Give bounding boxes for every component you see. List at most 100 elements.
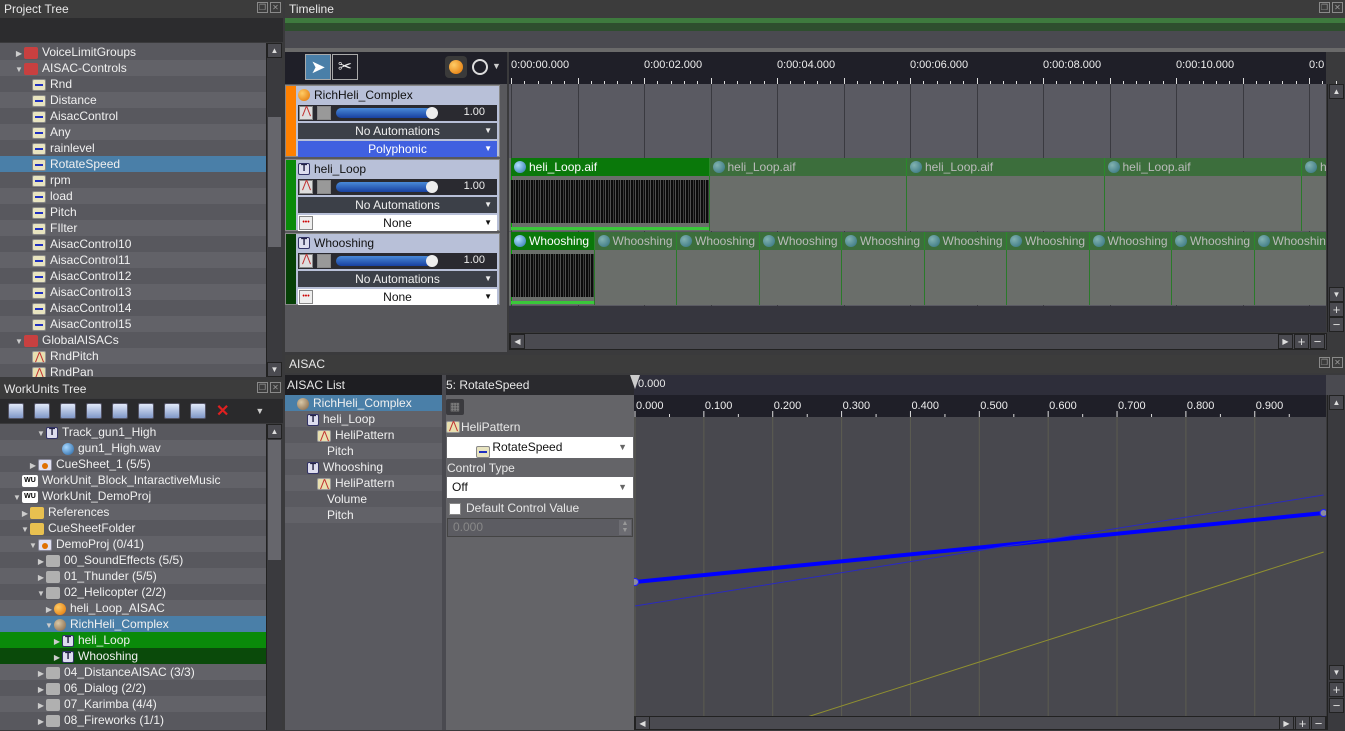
- tree-item[interactable]: AisacControl11: [0, 252, 266, 268]
- aisac-hscroll[interactable]: ◀ ▶ + −: [634, 716, 1327, 730]
- audio-clip[interactable]: Whooshing: [923, 232, 1006, 250]
- tree-item[interactable]: ▼ WU WorkUnit_DemoProj: [0, 488, 266, 504]
- clip-body[interactable]: [1103, 176, 1302, 231]
- tree-item[interactable]: Volume: [285, 491, 442, 507]
- mixer-icon[interactable]: [317, 106, 331, 120]
- float-icon[interactable]: ❐: [1319, 357, 1330, 368]
- tree-item[interactable]: ▶ References: [0, 504, 266, 520]
- close-icon[interactable]: ✕: [270, 382, 281, 393]
- audio-clip[interactable]: heli_Loop.aif: [906, 158, 1104, 176]
- tree-item[interactable]: ▶ T Whooshing: [0, 648, 266, 664]
- scroll-thumb[interactable]: [268, 440, 281, 560]
- float-icon[interactable]: ❐: [257, 2, 268, 13]
- scroll-down-button[interactable]: ▼: [267, 362, 282, 377]
- mixer-icon[interactable]: [317, 180, 331, 194]
- clip-body[interactable]: [841, 250, 924, 305]
- aisac-graph-icon[interactable]: [299, 252, 313, 268]
- grid-view-icon[interactable]: ▦: [446, 399, 464, 415]
- scroll-down-button[interactable]: ▼: [1329, 665, 1344, 680]
- tree-item[interactable]: Pitch: [0, 204, 266, 220]
- volume-slider[interactable]: 1.00: [298, 178, 497, 195]
- close-icon[interactable]: ✕: [270, 2, 281, 13]
- track-control-cue[interactable]: RichHeli_Complex 1.00 No Automations ▼ Po…: [285, 85, 500, 157]
- tree-item[interactable]: Any: [0, 124, 266, 140]
- scroll-thumb[interactable]: [268, 117, 281, 247]
- automation-select[interactable]: No Automations ▼: [298, 197, 497, 213]
- clip-body[interactable]: [1301, 176, 1326, 231]
- tree-item[interactable]: AisacControl14: [0, 300, 266, 316]
- clip-body[interactable]: [708, 176, 907, 231]
- float-icon[interactable]: ❐: [257, 382, 268, 393]
- clip-body[interactable]: [1253, 250, 1327, 305]
- tree-item[interactable]: HeliPattern: [285, 427, 442, 444]
- tree-item[interactable]: ▼ DemoProj (0/41): [0, 536, 266, 552]
- tree-item[interactable]: ▶ 06_Dialog (2/2): [0, 680, 266, 696]
- tree-item[interactable]: ▼ T Track_gun1_High: [0, 424, 266, 440]
- zoom-out-button[interactable]: −: [1310, 334, 1325, 349]
- scroll-right-button[interactable]: ▶: [1279, 716, 1294, 730]
- record-button[interactable]: [445, 56, 467, 78]
- clip-body[interactable]: [758, 250, 842, 305]
- float-icon[interactable]: ❐: [1319, 2, 1330, 13]
- tree-item[interactable]: AisacControl12: [0, 268, 266, 284]
- zoom-out-button[interactable]: −: [1311, 716, 1326, 730]
- more-dropdown-icon[interactable]: ▼: [255, 406, 264, 416]
- volume-slider[interactable]: 1.00: [298, 104, 497, 121]
- tree-item[interactable]: ▶ 01_Thunder (5/5): [0, 568, 266, 584]
- new-track-3-icon[interactable]: [60, 403, 76, 419]
- spinner-icon[interactable]: ▲ ▼: [619, 520, 631, 535]
- close-icon[interactable]: ✕: [1332, 357, 1343, 368]
- tree-item[interactable]: ▼ GlobalAISACs: [0, 332, 266, 348]
- audio-clip[interactable]: Whooshing: [1088, 232, 1171, 250]
- cut-tool-button[interactable]: ✂: [332, 54, 358, 80]
- tree-item[interactable]: rainlevel: [0, 140, 266, 156]
- clip-body[interactable]: [1088, 250, 1172, 305]
- audio-clip[interactable]: heli_Loop.aif: [511, 158, 709, 176]
- tree-item[interactable]: Rnd: [0, 76, 266, 92]
- new-track-2-icon[interactable]: [34, 403, 50, 419]
- scroll-left-button[interactable]: ◀: [510, 334, 525, 349]
- clip-body[interactable]: [906, 176, 1104, 231]
- mode-select[interactable]: ••• None ▼: [298, 289, 497, 305]
- tree-item[interactable]: RotateSpeed: [0, 156, 266, 172]
- new-action-icon[interactable]: [164, 403, 180, 419]
- zoom-in-button[interactable]: +: [1295, 716, 1310, 730]
- zoom-in-button[interactable]: +: [1329, 302, 1344, 317]
- tree-item[interactable]: FIlter: [0, 220, 266, 236]
- scroll-up-button[interactable]: ▲: [267, 424, 282, 439]
- audio-clip[interactable]: Whooshing: [593, 232, 676, 250]
- zoom-in-button[interactable]: +: [1329, 682, 1344, 697]
- tree-item[interactable]: RndPitch: [0, 348, 266, 365]
- tree-item[interactable]: ▶ 00_SoundEffects (5/5): [0, 552, 266, 568]
- timeline-hscroll[interactable]: ◀ ▶ + −: [509, 333, 1327, 350]
- clip-body[interactable]: [1171, 250, 1254, 305]
- audio-clip[interactable]: Whooshing: [758, 232, 841, 250]
- aisac-graph[interactable]: 0.000 0.100 0.200 0.300 0.400 0.500 0.600 0.700…: [634, 395, 1326, 717]
- scroll-right-button[interactable]: ▶: [1278, 334, 1293, 349]
- audio-clip[interactable]: heli_Loop.aif: [1301, 158, 1326, 176]
- new-sequence-icon[interactable]: [190, 403, 206, 419]
- tree-item[interactable]: Theli_Loop: [285, 411, 442, 427]
- tree-item[interactable]: ▶ heli_Loop_AISAC: [0, 600, 266, 616]
- volume-knob[interactable]: [426, 181, 438, 193]
- control-select[interactable]: RotateSpeed ▼: [447, 437, 633, 458]
- tree-item[interactable]: AisacControl10: [0, 236, 266, 252]
- volume-knob[interactable]: [426, 107, 438, 119]
- timeline-track-area[interactable]: heli_Loop.aif heli_Loop.aif heli_Loop.aif h…: [509, 84, 1326, 332]
- automation-select[interactable]: No Automations ▼: [298, 123, 497, 139]
- audio-clip[interactable]: Whooshing: [1253, 232, 1326, 250]
- clip-body[interactable]: [1006, 250, 1089, 305]
- tree-item[interactable]: Pitch: [285, 507, 442, 523]
- clip-body[interactable]: [676, 250, 759, 305]
- new-track-icon[interactable]: [8, 403, 24, 419]
- volume-knob[interactable]: [426, 255, 438, 267]
- timeline-ruler[interactable]: 0:00:00.000 0:00:02.000 0:00:04.000 0:00:06…: [509, 52, 1337, 84]
- automation-select[interactable]: No Automations ▼: [298, 271, 497, 287]
- tree-item[interactable]: load: [0, 188, 266, 204]
- clip-body[interactable]: [923, 250, 1007, 305]
- chevron-down-icon[interactable]: ▼: [492, 61, 501, 71]
- aisac-cursor-bar[interactable]: 0.000: [630, 375, 1326, 395]
- audio-clip[interactable]: Whooshing: [1171, 232, 1254, 250]
- tree-item[interactable]: RndPan: [0, 364, 266, 377]
- clock-icon[interactable]: [472, 59, 488, 75]
